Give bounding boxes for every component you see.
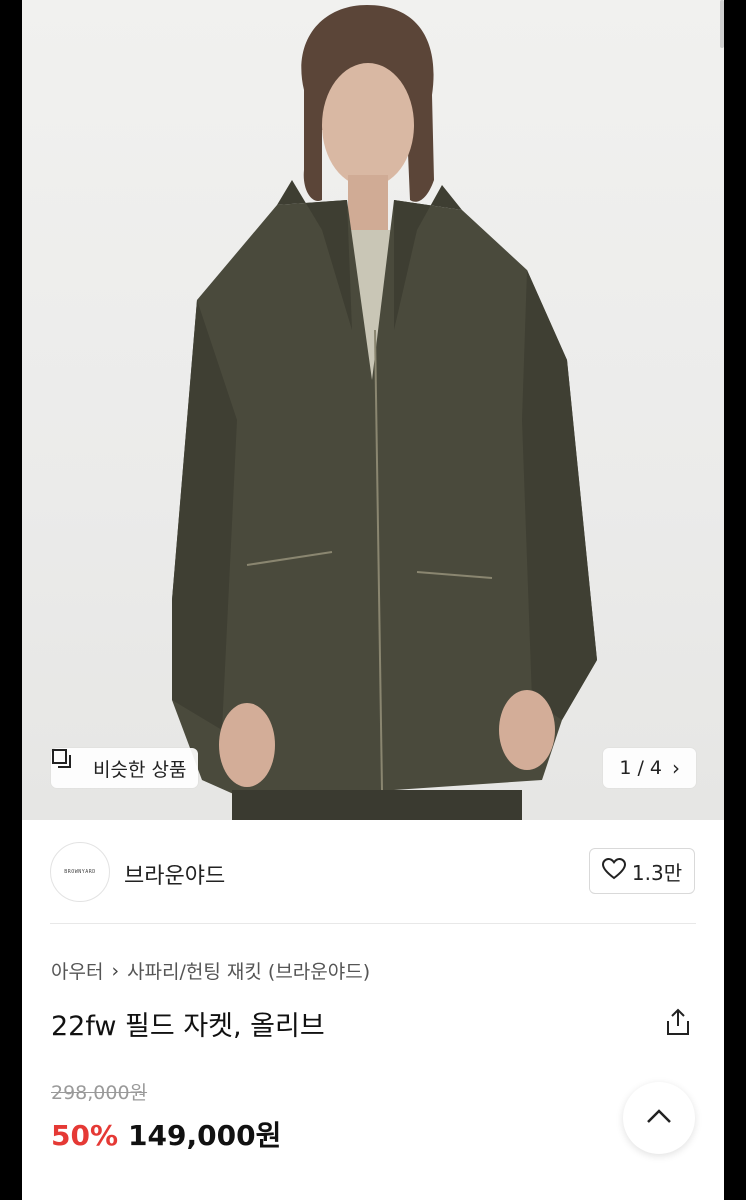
like-count: 1.3만 — [631, 860, 683, 885]
heart-icon — [601, 857, 626, 885]
chevron-right-icon: › — [672, 756, 680, 780]
breadcrumb: 아우터 › 사파리/헌팅 재킷 (브라운야드) — [51, 957, 370, 984]
discount-rate: 50% — [51, 1119, 119, 1152]
seller-name[interactable]: 브라운야드 — [124, 858, 225, 890]
price-row: 50% 149,000원 — [51, 1114, 281, 1154]
seller-row[interactable]: BROWNYARD 브라운야드 1.3만 — [22, 820, 724, 924]
scroll-top-button[interactable] — [623, 1082, 695, 1154]
seller-logo-text: BROWNYARD — [64, 869, 96, 875]
similar-products-button[interactable]: 비슷한 상품 — [51, 748, 199, 788]
chevron-right-icon: › — [111, 959, 120, 982]
image-pager[interactable]: 1 / 4 › — [603, 748, 696, 788]
pager-text: 1 / 4 — [619, 757, 662, 779]
copy-icon — [52, 749, 85, 779]
product-screen: 비슷한 상품 1 / 4 › BROWNYARD 브라운야드 1.3만 아우터 … — [22, 0, 724, 1200]
scrollbar[interactable] — [720, 0, 724, 48]
seller-avatar[interactable]: BROWNYARD — [50, 842, 110, 902]
share-icon[interactable] — [664, 1007, 692, 1037]
similar-products-label: 비슷한 상품 — [93, 758, 187, 781]
sale-price: 149,000원 — [128, 1119, 282, 1152]
product-image[interactable]: 비슷한 상품 1 / 4 › — [22, 0, 724, 820]
like-button[interactable]: 1.3만 — [589, 848, 695, 894]
original-price: 298,000원 — [51, 1082, 148, 1104]
chevron-up-icon — [646, 1108, 672, 1128]
breadcrumb-category[interactable]: 아우터 — [51, 957, 103, 984]
breadcrumb-subcategory[interactable]: 사파리/헌팅 재킷 (브라운야드) — [127, 957, 370, 984]
divider — [50, 923, 696, 924]
model-photo — [172, 5, 597, 820]
product-title: 22fw 필드 자켓, 올리브 — [51, 1011, 325, 1042]
